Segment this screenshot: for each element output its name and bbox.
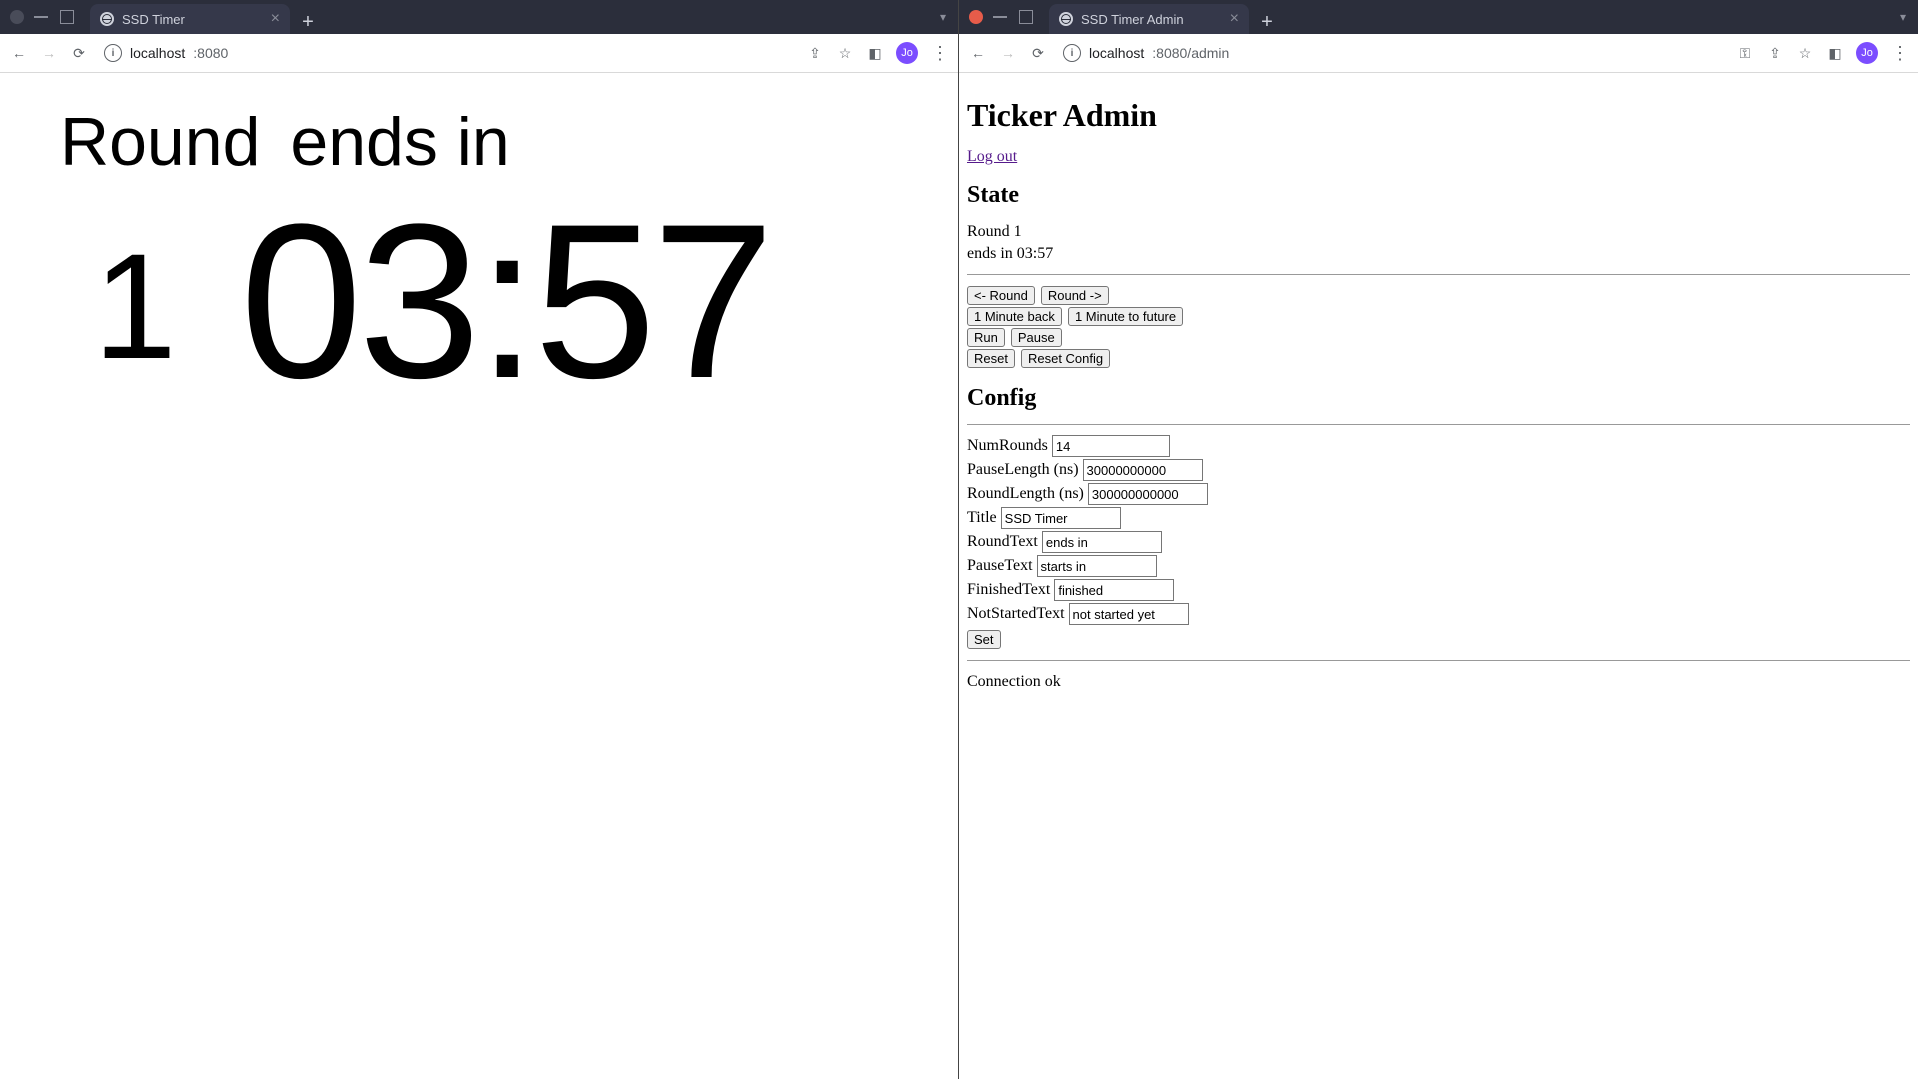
page-title: Ticker Admin (967, 97, 1910, 134)
pauselength-input[interactable] (1083, 459, 1203, 481)
timer-page: Round ends in 1 03:57 (0, 73, 958, 1079)
connection-status: Connection ok (967, 671, 1910, 693)
tab-title: SSD Timer Admin (1081, 12, 1184, 27)
new-tab-button[interactable]: + (1255, 10, 1279, 34)
finishedtext-input[interactable] (1054, 579, 1174, 601)
forward-icon[interactable]: → (40, 44, 58, 62)
window-minimize-icon[interactable] (993, 16, 1007, 18)
back-icon[interactable]: ← (10, 44, 28, 62)
roundtext-input[interactable] (1042, 531, 1162, 553)
profile-avatar[interactable]: Jo (1856, 42, 1878, 64)
pause-button[interactable]: Pause (1011, 328, 1062, 347)
side-panel-icon[interactable]: ◧ (1826, 44, 1844, 62)
divider (967, 424, 1910, 425)
numrounds-label: NumRounds (967, 437, 1048, 455)
pausetext-input[interactable] (1037, 555, 1157, 577)
share-icon[interactable]: ⇪ (1766, 44, 1784, 62)
globe-icon (1059, 12, 1073, 26)
url-host: localhost (1089, 45, 1144, 61)
tab-search-icon[interactable]: ▾ (940, 10, 946, 24)
roundlength-input[interactable] (1088, 483, 1208, 505)
url-path: :8080 (193, 45, 228, 61)
url-path: :8080/admin (1152, 45, 1229, 61)
state-heading: State (967, 182, 1910, 209)
divider (967, 660, 1910, 661)
back-icon[interactable]: ← (969, 44, 987, 62)
set-button[interactable]: Set (967, 630, 1001, 649)
state-ends: ends in 03:57 (967, 243, 1910, 265)
site-info-icon[interactable]: i (104, 44, 122, 62)
menu-icon[interactable]: ⋮ (930, 44, 948, 62)
menu-icon[interactable]: ⋮ (1890, 44, 1908, 62)
address-bar[interactable]: i localhost :8080 (100, 39, 794, 67)
reload-icon[interactable]: ⟳ (70, 44, 88, 62)
site-info-icon[interactable]: i (1063, 44, 1081, 62)
title-label: Title (967, 509, 997, 527)
roundtext-label: RoundText (967, 533, 1038, 551)
pausetext-label: PauseText (967, 557, 1033, 575)
admin-page: Ticker Admin Log out State Round 1 ends … (959, 73, 1918, 1079)
round-label: Round (60, 103, 260, 181)
minute-forward-button[interactable]: 1 Minute to future (1068, 307, 1183, 326)
reload-icon[interactable]: ⟳ (1029, 44, 1047, 62)
password-key-icon[interactable]: ⚿ (1736, 44, 1754, 62)
window-close-icon[interactable] (10, 10, 24, 24)
numrounds-input[interactable] (1052, 435, 1170, 457)
divider (967, 274, 1910, 275)
round-back-button[interactable]: <- Round (967, 286, 1035, 305)
reset-button[interactable]: Reset (967, 349, 1015, 368)
titlebar-left: SSD Timer × + ▾ (0, 0, 958, 34)
browser-window-left: SSD Timer × + ▾ ← → ⟳ i localhost :8080 ⇪… (0, 0, 958, 1079)
logout-link[interactable]: Log out (967, 148, 1017, 165)
reset-config-button[interactable]: Reset Config (1021, 349, 1110, 368)
window-close-icon[interactable] (969, 10, 983, 24)
round-number: 1 (60, 191, 210, 381)
browser-tab[interactable]: SSD Timer Admin × (1049, 4, 1249, 34)
share-icon[interactable]: ⇪ (806, 44, 824, 62)
side-panel-icon[interactable]: ◧ (866, 44, 884, 62)
minute-back-button[interactable]: 1 Minute back (967, 307, 1062, 326)
urlbar-right: ← → ⟳ i localhost:8080/admin ⚿ ⇪ ☆ ◧ Jo … (959, 34, 1918, 73)
status-label: ends in (290, 103, 509, 181)
round-forward-button[interactable]: Round -> (1041, 286, 1109, 305)
urlbar-left: ← → ⟳ i localhost :8080 ⇪ ☆ ◧ Jo ⋮ (0, 34, 958, 73)
bookmark-icon[interactable]: ☆ (836, 44, 854, 62)
notstartedtext-input[interactable] (1069, 603, 1189, 625)
profile-avatar[interactable]: Jo (896, 42, 918, 64)
window-minimize-icon[interactable] (34, 16, 48, 18)
address-bar[interactable]: i localhost :8080/admin (1059, 39, 1724, 67)
close-icon[interactable]: × (271, 11, 280, 27)
roundlength-label: RoundLength (ns) (967, 485, 1084, 503)
url-host: localhost (130, 45, 185, 61)
close-icon[interactable]: × (1230, 11, 1239, 27)
bookmark-icon[interactable]: ☆ (1796, 44, 1814, 62)
pauselength-label: PauseLength (ns) (967, 461, 1079, 479)
tab-search-icon[interactable]: ▾ (1900, 10, 1906, 24)
browser-tab[interactable]: SSD Timer × (90, 4, 290, 34)
globe-icon (100, 12, 114, 26)
browser-window-right: SSD Timer Admin × + ▾ ← → ⟳ i localhost:… (958, 0, 1918, 1079)
notstartedtext-label: NotStartedText (967, 605, 1065, 623)
forward-icon[interactable]: → (999, 44, 1017, 62)
titlebar-right: SSD Timer Admin × + ▾ (959, 0, 1918, 34)
timer-value: 03:57 (240, 191, 771, 411)
tab-title: SSD Timer (122, 12, 185, 27)
config-heading: Config (967, 385, 1910, 412)
finishedtext-label: FinishedText (967, 581, 1050, 599)
window-maximize-icon[interactable] (1019, 10, 1033, 24)
run-button[interactable]: Run (967, 328, 1005, 347)
title-input[interactable] (1001, 507, 1121, 529)
window-maximize-icon[interactable] (60, 10, 74, 24)
state-round: Round 1 (967, 221, 1910, 243)
new-tab-button[interactable]: + (296, 10, 320, 34)
